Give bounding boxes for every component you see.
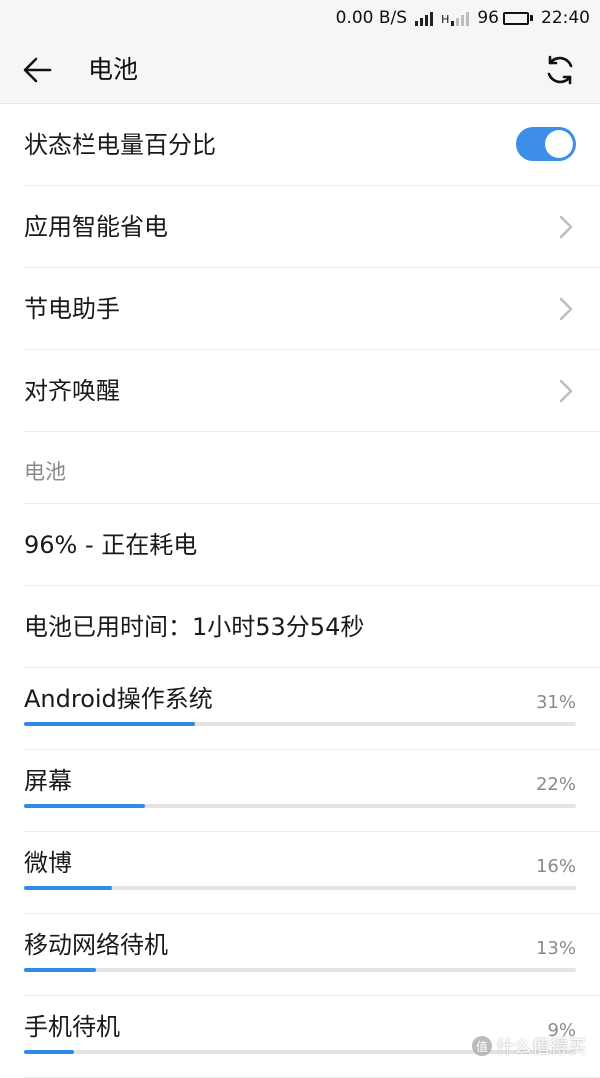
usage-item-name: 微博 bbox=[24, 849, 72, 877]
battery-section-header: 电池 bbox=[24, 432, 600, 504]
usage-item-percent: 16% bbox=[535, 856, 576, 877]
battery-usage-time-row: 电池已用时间：1小时53分54秒 bbox=[24, 586, 600, 668]
usage-bar-fill bbox=[24, 886, 112, 890]
watermark: 值 什么值得买 bbox=[472, 1033, 586, 1059]
setting-label: 状态栏电量百分比 bbox=[24, 131, 216, 159]
setting-row-smart-power[interactable]: 应用智能省电 bbox=[24, 186, 600, 268]
chevron-right-icon bbox=[559, 215, 573, 239]
usage-bar-fill bbox=[24, 968, 96, 972]
usage-bar-fill bbox=[24, 1050, 74, 1054]
net-speed: 0.00 B/S bbox=[335, 8, 408, 28]
setting-row-status-percent[interactable]: 状态栏电量百分比 bbox=[24, 104, 600, 186]
signal-icon bbox=[415, 10, 434, 26]
usage-item-name: 移动网络待机 bbox=[24, 931, 168, 959]
setting-label: 对齐唤醒 bbox=[24, 377, 120, 405]
back-arrow-icon[interactable] bbox=[20, 52, 56, 88]
usage-item-percent: 22% bbox=[535, 774, 576, 795]
setting-row-aligned-wakeup[interactable]: 对齐唤醒 bbox=[24, 350, 600, 432]
refresh-icon[interactable] bbox=[542, 52, 578, 88]
battery-level-text: 96 bbox=[477, 8, 499, 28]
watermark-badge: 值 bbox=[472, 1036, 492, 1056]
status-percent-toggle[interactable] bbox=[516, 127, 576, 161]
watermark-text: 什么值得买 bbox=[496, 1037, 586, 1058]
usage-item-weibo[interactable]: 微博 16% bbox=[24, 832, 600, 914]
status-bar: 0.00 B/S H 96 22:40 bbox=[0, 0, 600, 36]
clock: 22:40 bbox=[541, 8, 590, 28]
toggle-knob bbox=[545, 130, 573, 158]
setting-label: 应用智能省电 bbox=[24, 213, 168, 241]
usage-item-android-os[interactable]: Android操作系统 31% bbox=[24, 668, 600, 750]
chevron-right-icon bbox=[559, 297, 573, 321]
signal-icon: H bbox=[441, 10, 470, 26]
section-header-label: 电池 bbox=[24, 460, 66, 484]
page-title: 电池 bbox=[88, 55, 139, 84]
usage-item-name: 手机待机 bbox=[24, 1013, 120, 1041]
setting-row-power-assistant[interactable]: 节电助手 bbox=[24, 268, 600, 350]
battery-usage-time-text: 电池已用时间：1小时53分54秒 bbox=[24, 613, 365, 641]
setting-label: 节电助手 bbox=[24, 295, 120, 323]
usage-item-percent: 31% bbox=[535, 692, 576, 713]
usage-item-name: Android操作系统 bbox=[24, 685, 213, 713]
usage-bar-fill bbox=[24, 804, 145, 808]
chevron-right-icon bbox=[559, 379, 573, 403]
network-type: H bbox=[441, 13, 450, 26]
battery-status-text: 96% - 正在耗电 bbox=[24, 531, 198, 559]
usage-item-name: 屏幕 bbox=[24, 767, 72, 795]
usage-bar-track bbox=[24, 886, 576, 890]
battery-icon bbox=[503, 11, 533, 25]
app-bar: 电池 bbox=[0, 36, 600, 104]
usage-item-percent: 13% bbox=[535, 938, 576, 959]
usage-bar-track bbox=[24, 722, 576, 726]
usage-bar-track bbox=[24, 968, 576, 972]
usage-item-screen[interactable]: 屏幕 22% bbox=[24, 750, 600, 832]
usage-item-mobile-network-standby[interactable]: 移动网络待机 13% bbox=[24, 914, 600, 996]
usage-bar-track bbox=[24, 804, 576, 808]
battery-status-row: 96% - 正在耗电 bbox=[24, 504, 600, 586]
usage-bar-fill bbox=[24, 722, 195, 726]
